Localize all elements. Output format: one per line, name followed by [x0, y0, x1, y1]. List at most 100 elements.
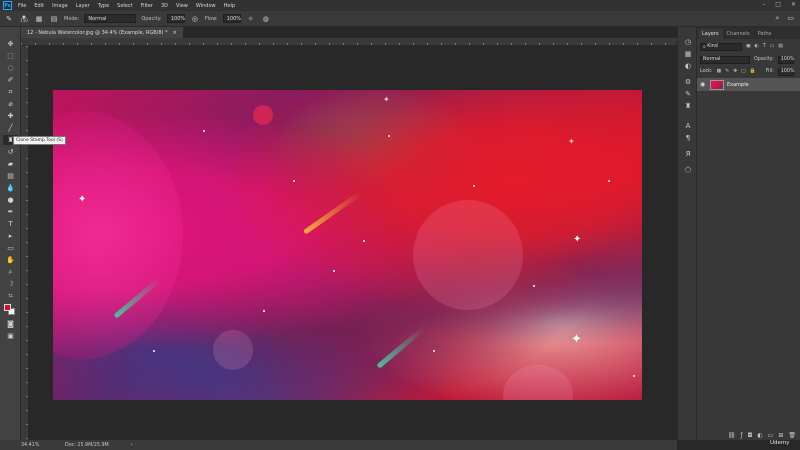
- shape-tool-icon[interactable]: ▭: [3, 243, 18, 253]
- menu-file[interactable]: File: [18, 3, 26, 9]
- brush-tool-icon[interactable]: ╱: [3, 123, 18, 133]
- quick-mask-icon[interactable]: ◙: [3, 319, 18, 329]
- brush-panel-icon[interactable]: ▦: [34, 14, 44, 24]
- dodge-tool-icon[interactable]: ●: [3, 195, 18, 205]
- canvas-area[interactable]: ✦ ✦ ✦ ✦ ✦: [29, 46, 677, 440]
- menu-help[interactable]: Help: [224, 3, 235, 9]
- fx-icon[interactable]: ƒ: [741, 432, 743, 439]
- star: [433, 350, 435, 352]
- glyphs-icon[interactable]: Я: [683, 149, 693, 159]
- brush-preset-icon[interactable]: ✎: [4, 14, 14, 24]
- clone-source-panel-icon[interactable]: ♜: [683, 101, 693, 111]
- eraser-tool-icon[interactable]: ▰: [3, 159, 18, 169]
- clone-source-icon[interactable]: ▤: [49, 14, 59, 24]
- window-controls: – □ ✕: [762, 1, 796, 8]
- default-colors-icon[interactable]: ⇆: [3, 291, 18, 301]
- layer-thumbnail[interactable]: [710, 79, 724, 90]
- horizontal-ruler[interactable]: [21, 38, 677, 46]
- zoom-level[interactable]: 34.41%: [21, 443, 43, 448]
- lock-pixels-icon[interactable]: ✎: [725, 69, 729, 74]
- maximize-icon[interactable]: □: [775, 1, 781, 8]
- zoom-tool-icon[interactable]: ⌕: [3, 267, 18, 277]
- history-brush-tool-icon[interactable]: ↺: [3, 147, 18, 157]
- lock-position-icon[interactable]: ✥: [733, 69, 737, 74]
- layer-row[interactable]: ◉ Example: [697, 78, 800, 91]
- history-icon[interactable]: ◷: [683, 37, 693, 47]
- eyedropper-tool-icon[interactable]: ⌀: [3, 99, 18, 109]
- document-info[interactable]: Doc: 25.9M/25.9M: [65, 443, 109, 448]
- visibility-eye-icon[interactable]: ◉: [700, 81, 707, 88]
- airbrush-icon[interactable]: ✧: [246, 14, 256, 24]
- link-layers-icon[interactable]: ⛓: [728, 432, 736, 439]
- brush-settings-icon[interactable]: ✎: [683, 89, 693, 99]
- vertical-ruler[interactable]: [21, 46, 29, 440]
- tab-paths[interactable]: Paths: [754, 29, 776, 39]
- pen-tool-icon[interactable]: ✒: [3, 207, 18, 217]
- gradient-tool-icon[interactable]: ▤: [3, 171, 18, 181]
- lasso-tool-icon[interactable]: ◌: [3, 63, 18, 73]
- menu-image[interactable]: Image: [52, 3, 68, 9]
- banana-icon[interactable]: ☽: [3, 279, 18, 289]
- menu-3d[interactable]: 3D: [161, 3, 168, 9]
- screen-mode-icon[interactable]: ▣: [3, 331, 18, 341]
- new-adjustment-icon[interactable]: ◐: [757, 432, 762, 439]
- workspace-icon[interactable]: ▭: [787, 14, 794, 23]
- star: [293, 180, 295, 182]
- foreground-color-swatch[interactable]: [4, 304, 11, 311]
- path-select-tool-icon[interactable]: ▸: [3, 231, 18, 241]
- opacity-field[interactable]: 100%: [166, 14, 185, 23]
- filter-smart-icon[interactable]: ▤: [778, 44, 783, 49]
- fill-field[interactable]: 100%: [777, 67, 794, 76]
- crop-tool-icon[interactable]: ⌗: [3, 87, 18, 97]
- move-tool-icon[interactable]: ✥: [3, 39, 18, 49]
- layer-name[interactable]: Example: [727, 82, 749, 88]
- lock-artboard-icon[interactable]: ▢: [741, 69, 746, 74]
- minimize-icon[interactable]: –: [762, 1, 765, 8]
- swatches-icon[interactable]: ▦: [683, 49, 693, 59]
- menu-edit[interactable]: Edit: [34, 3, 44, 9]
- lock-transparent-icon[interactable]: ▦: [717, 69, 722, 74]
- pressure-opacity-icon[interactable]: ◎: [190, 14, 200, 24]
- new-group-icon[interactable]: ▭: [768, 432, 774, 439]
- kind-filter-select[interactable]: ⌕ Kind: [700, 42, 742, 51]
- blend-mode-select[interactable]: Normal: [700, 55, 750, 64]
- mode-select[interactable]: Normal: [84, 14, 137, 23]
- flow-field[interactable]: 100%: [222, 14, 241, 23]
- layer-opacity-field[interactable]: 100%: [777, 55, 794, 64]
- status-menu-arrow-icon[interactable]: ›: [131, 443, 133, 448]
- marquee-tool-icon[interactable]: ⬚: [3, 51, 18, 61]
- filter-adjust-icon[interactable]: ◐: [755, 44, 759, 49]
- menu-layer[interactable]: Layer: [76, 3, 90, 9]
- healing-brush-tool-icon[interactable]: ✚: [3, 111, 18, 121]
- search-icon[interactable]: ⌕: [775, 14, 779, 23]
- document-tab[interactable]: 12 - Nebula Watercolor.jpg @ 34.4% (Exam…: [21, 27, 183, 38]
- nebula-artwork-image[interactable]: ✦ ✦ ✦ ✦ ✦: [53, 90, 642, 400]
- type-tool-icon[interactable]: T: [3, 219, 18, 229]
- tab-channels[interactable]: Channels: [723, 29, 754, 39]
- new-layer-icon[interactable]: ⊞: [778, 432, 783, 439]
- menu-view[interactable]: View: [176, 3, 188, 9]
- adjustments-icon[interactable]: ◐: [683, 61, 693, 71]
- close-icon[interactable]: ✕: [791, 1, 796, 8]
- paragraph-icon[interactable]: ¶: [683, 133, 693, 143]
- quick-select-tool-icon[interactable]: ✐: [3, 75, 18, 85]
- character-icon[interactable]: A: [683, 121, 693, 131]
- tab-layers[interactable]: Layers: [698, 29, 723, 39]
- filter-pixel-icon[interactable]: ▣: [746, 44, 751, 49]
- filter-type-icon[interactable]: T: [763, 44, 766, 49]
- brush-size-picker[interactable]: ● 150: [19, 14, 29, 24]
- add-mask-icon[interactable]: ◘: [748, 432, 753, 439]
- menu-select[interactable]: Select: [117, 3, 132, 9]
- filter-shape-icon[interactable]: ▭: [770, 44, 775, 49]
- menu-window[interactable]: Window: [196, 3, 216, 9]
- delete-layer-icon[interactable]: 🗑: [788, 432, 796, 439]
- menu-type[interactable]: Type: [98, 3, 109, 9]
- properties-icon[interactable]: ⚙: [683, 77, 693, 87]
- tab-close-icon[interactable]: ×: [173, 30, 177, 36]
- blur-tool-icon[interactable]: 💧: [3, 183, 18, 193]
- hand-tool-icon[interactable]: ✋: [3, 255, 18, 265]
- menu-filter[interactable]: Filter: [141, 3, 153, 9]
- pressure-size-icon[interactable]: ◍: [261, 14, 271, 24]
- lock-all-icon[interactable]: 🔒: [750, 69, 756, 74]
- 3d-icon[interactable]: ⬡: [683, 165, 693, 175]
